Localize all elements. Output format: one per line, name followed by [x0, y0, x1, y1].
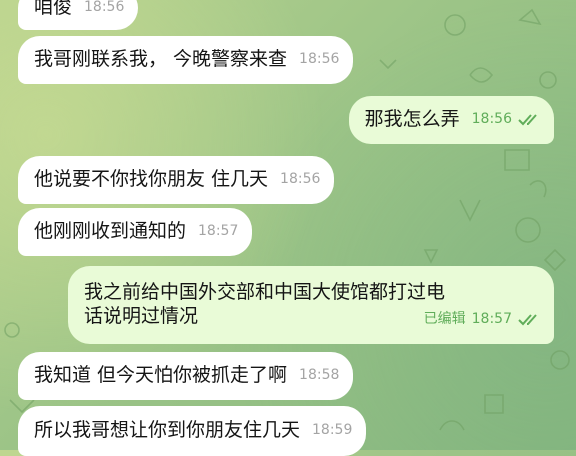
incoming-message[interactable]: 我知道 但今天怕你被抓走了啊 18:58 — [18, 352, 354, 400]
incoming-message[interactable]: 他说要不你找你朋友 住几天 18:56 — [18, 156, 335, 204]
message-time: 18:57 — [198, 223, 239, 240]
message-text: 那我怎么弄 — [364, 108, 460, 131]
message-time: 18:56 — [471, 111, 512, 128]
message-time: 18:58 — [299, 367, 340, 384]
message-text: 所以我哥想让你到你朋友住几天 — [34, 419, 301, 442]
chat-message-list[interactable]: 咱俊 18:56 我哥刚联系我， 今晚警察来查 18:56 那我怎么弄 18:5… — [0, 0, 576, 456]
incoming-message[interactable]: 他刚刚收到通知的 18:57 — [18, 208, 253, 256]
message-meta: 已编辑 18:57 — [424, 311, 542, 329]
message-meta: 18:56 — [472, 111, 542, 129]
outgoing-message[interactable]: 我之前给中国外交部和中国大使馆都打过电 话说明过情况 已编辑 18:57 — [68, 266, 554, 344]
message-time: 18:56 — [299, 51, 340, 68]
message-text: 他刚刚收到通知的 — [34, 220, 187, 243]
message-text: 我哥刚联系我， 今晚警察来查 — [34, 48, 288, 71]
double-check-icon — [518, 314, 537, 326]
message-time: 18:56 — [280, 171, 321, 188]
incoming-message[interactable]: 我哥刚联系我， 今晚警察来查 18:56 — [18, 36, 354, 84]
message-text-line-1: 我之前给中国外交部和中国大使馆都打过电 — [84, 281, 446, 304]
message-time: 18:59 — [312, 422, 353, 439]
message-time: 18:57 — [471, 311, 512, 328]
incoming-message[interactable]: 咱俊 18:56 — [18, 0, 139, 30]
message-text: 我知道 但今天怕你被抓走了啊 — [34, 364, 288, 387]
message-text: 咱俊 — [34, 0, 73, 19]
message-time: 18:56 — [84, 0, 125, 16]
outgoing-message[interactable]: 那我怎么弄 18:56 — [348, 96, 554, 144]
message-text-line-2: 话说明过情况 — [84, 305, 199, 327]
edited-label: 已编辑 — [423, 311, 466, 328]
message-text: 他说要不你找你朋友 住几天 — [34, 168, 269, 191]
double-check-icon — [518, 114, 537, 126]
incoming-message[interactable]: 所以我哥想让你到你朋友住几天 18:59 — [18, 406, 367, 456]
